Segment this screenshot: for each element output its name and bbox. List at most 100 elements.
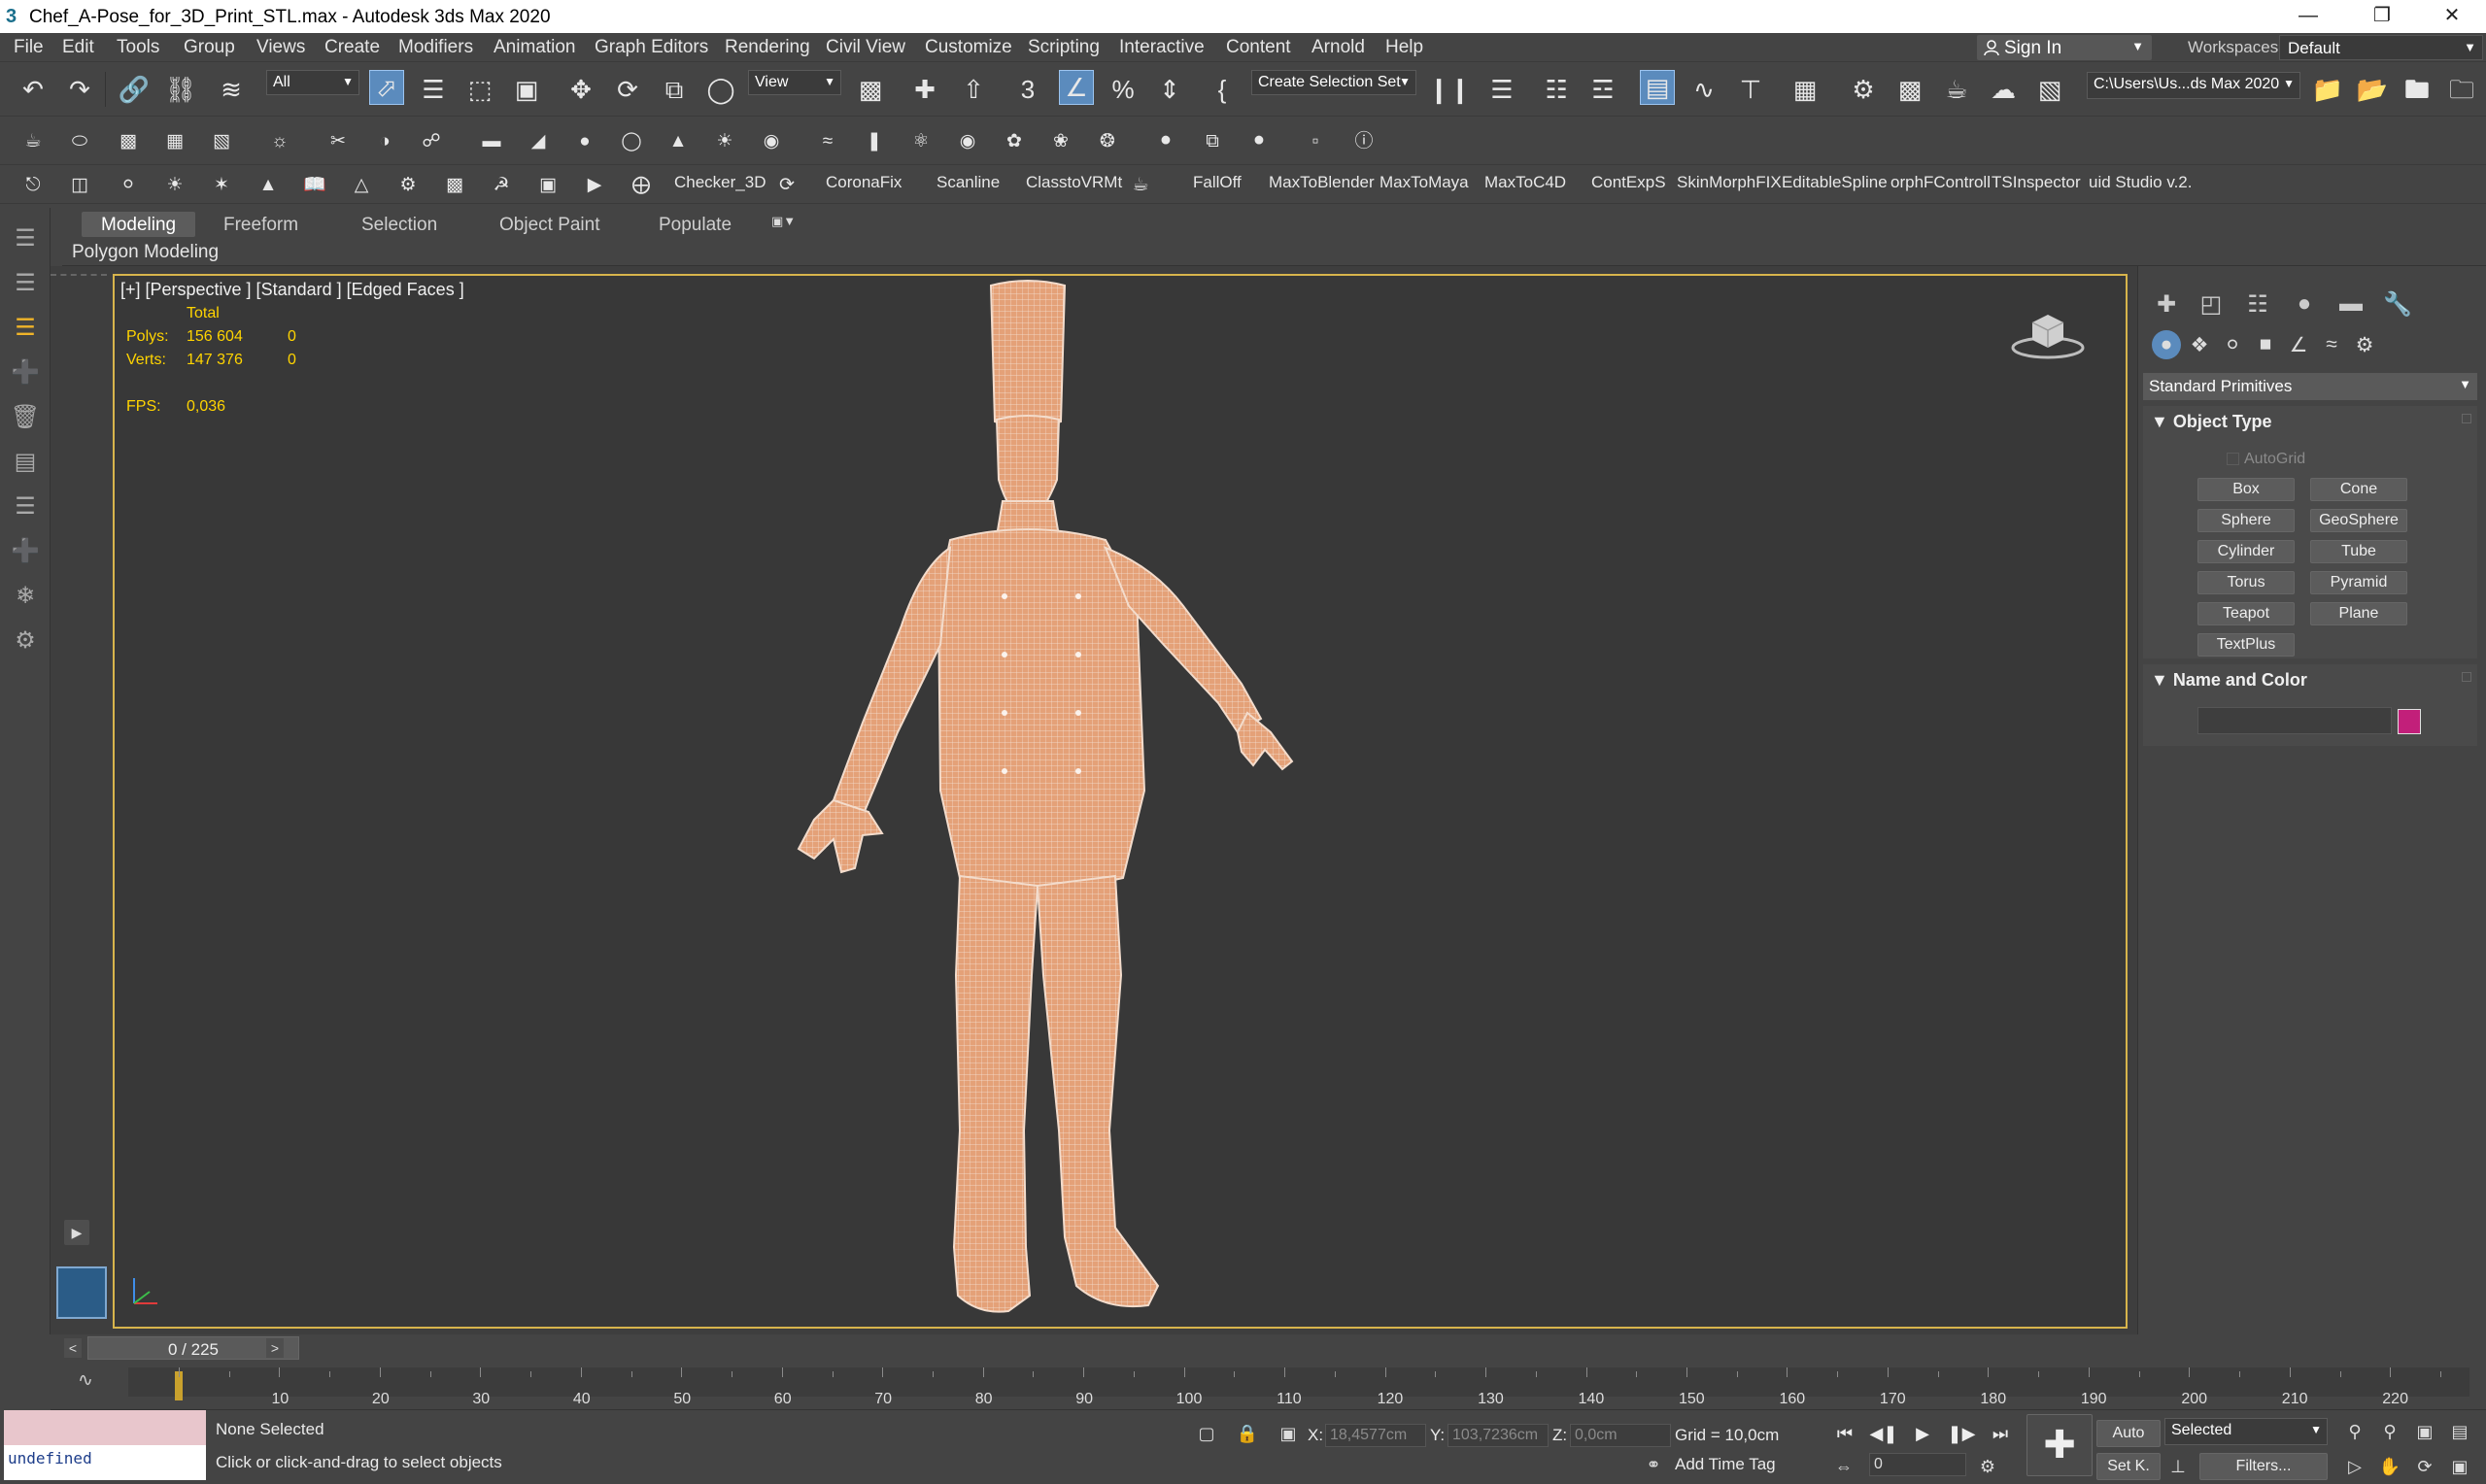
- go-to-end-icon[interactable]: ⏭: [1986, 1420, 2015, 1447]
- modify-tab-icon[interactable]: ◰: [2197, 289, 2226, 319]
- corona-icon[interactable]: ⟳: [773, 171, 800, 198]
- torus-button[interactable]: Torus: [2197, 571, 2295, 594]
- teapot-button[interactable]: Teapot: [2197, 602, 2295, 625]
- selection-lock-icon[interactable]: 🔒: [1234, 1420, 1261, 1447]
- box-button[interactable]: Box: [2197, 478, 2295, 501]
- rectangular-selection-icon[interactable]: ⬚: [462, 72, 497, 107]
- systems-icon[interactable]: ⚙: [2350, 330, 2379, 359]
- sphere-icon[interactable]: ●: [571, 127, 598, 154]
- globe-icon[interactable]: ◉: [954, 127, 981, 154]
- select-object-icon[interactable]: ⬀: [369, 70, 404, 105]
- tab-populate[interactable]: Populate: [659, 212, 732, 237]
- menu-scripting[interactable]: Scripting: [1028, 37, 1100, 58]
- textplus-button[interactable]: TextPlus: [2197, 633, 2295, 657]
- plugin-maxtomaya[interactable]: MaxToMaya: [1379, 173, 1469, 192]
- viewport-layout-thumbnail[interactable]: [56, 1266, 107, 1319]
- prev-frame-button[interactable]: <: [64, 1338, 82, 1358]
- menu-customize[interactable]: Customize: [925, 37, 1012, 58]
- bind-space-warp-icon[interactable]: ≋: [214, 72, 249, 107]
- isolate-selection-icon[interactable]: ▢: [1193, 1420, 1220, 1447]
- menu-file[interactable]: File: [14, 37, 44, 58]
- menu-views[interactable]: Views: [256, 37, 305, 58]
- helpers-icon[interactable]: ∠: [2284, 330, 2313, 359]
- space-warps-icon[interactable]: ≈: [2317, 330, 2346, 359]
- x-coordinate-field[interactable]: 18,4577cm: [1325, 1424, 1426, 1447]
- rendered-frame-window-icon[interactable]: ▩: [1892, 72, 1927, 107]
- named-selection-dropdown[interactable]: Create Selection Set ▼: [1251, 70, 1416, 95]
- teapot-icon[interactable]: ☕: [19, 127, 47, 154]
- geometry-icon[interactable]: ●: [2152, 330, 2181, 359]
- teapot-small-icon[interactable]: ☕: [1127, 171, 1154, 198]
- link-icon[interactable]: 🔗: [117, 72, 152, 107]
- motion-tab-icon[interactable]: ●: [2290, 289, 2319, 319]
- grid-icon[interactable]: ▦: [161, 127, 188, 154]
- viewcube-icon[interactable]: [2009, 305, 2087, 363]
- particles-icon[interactable]: ✶: [208, 171, 235, 198]
- layers-icon[interactable]: ☰: [8, 221, 43, 256]
- set-key-button[interactable]: Set K.: [2096, 1453, 2161, 1480]
- document-icon[interactable]: ▤: [8, 445, 43, 480]
- render-setup-icon[interactable]: ⚙: [1846, 72, 1881, 107]
- camera-icon[interactable]: ⎋: [19, 171, 47, 198]
- pill-icon[interactable]: ❚: [861, 127, 888, 154]
- monitor-icon[interactable]: ▩: [441, 171, 468, 198]
- sign-in-button[interactable]: Sign In ▼: [1977, 35, 2152, 60]
- perspective-viewport[interactable]: [+] [Perspective ] [Standard ] [Edged Fa…: [113, 274, 2128, 1329]
- select-manipulate-icon[interactable]: ✚: [907, 72, 942, 107]
- layers-stack-icon[interactable]: ☰: [8, 266, 43, 301]
- record-icon[interactable]: ⚫: [1245, 127, 1273, 154]
- table-icon[interactable]: ▧: [208, 127, 235, 154]
- name-and-color-title[interactable]: ▼ Name and Color: [2151, 670, 2307, 691]
- undo-icon[interactable]: ↶: [16, 72, 51, 107]
- molecule-icon[interactable]: ⚛: [907, 127, 935, 154]
- menu-graph-editors[interactable]: Graph Editors: [595, 37, 708, 58]
- keyboard-shortcut-override-icon[interactable]: ⇧: [956, 72, 991, 107]
- export-icon[interactable]: ▫: [1302, 127, 1329, 154]
- sun-light-icon[interactable]: ☀: [161, 171, 188, 198]
- freeze-layer-icon[interactable]: ❄: [8, 579, 43, 614]
- menu-rendering[interactable]: Rendering: [725, 37, 810, 58]
- move-icon[interactable]: ✥: [563, 72, 598, 107]
- plugin-scanline[interactable]: Scanline: [937, 173, 1000, 192]
- scale-icon[interactable]: ⧉: [657, 72, 692, 107]
- add-time-tag[interactable]: Add Time Tag: [1675, 1455, 1776, 1474]
- key-mode-icon[interactable]: ⊥: [2164, 1453, 2192, 1480]
- plugin-tsinspector[interactable]: TSInspector: [1992, 173, 2081, 192]
- menu-edit[interactable]: Edit: [62, 37, 94, 58]
- menu-modifiers[interactable]: Modifiers: [398, 37, 473, 58]
- zoom-all-icon[interactable]: ⚲: [2376, 1418, 2403, 1445]
- menu-help[interactable]: Help: [1385, 37, 1423, 58]
- primitive-category-dropdown[interactable]: Standard Primitives ▼: [2143, 373, 2477, 400]
- cylinder-button[interactable]: Cylinder: [2197, 540, 2295, 563]
- pyramid-button[interactable]: Pyramid: [2310, 571, 2407, 594]
- lights-icon[interactable]: ⚪: [2218, 330, 2247, 359]
- scissors-icon[interactable]: ✂: [324, 127, 352, 154]
- material-editor-icon[interactable]: ▦: [1788, 72, 1822, 107]
- sphere-button[interactable]: Sphere: [2197, 509, 2295, 532]
- z-coordinate-field[interactable]: 0,0cm: [1570, 1424, 1671, 1447]
- add-layer-icon[interactable]: ➕: [8, 355, 43, 390]
- plugin-skinmorphfix[interactable]: SkinMorphFIX: [1677, 173, 1782, 192]
- menu-animation[interactable]: Animation: [494, 37, 576, 58]
- maximize-viewport-icon[interactable]: ▣: [2446, 1453, 2473, 1480]
- menu-group[interactable]: Group: [184, 37, 235, 58]
- tree-icon[interactable]: ▲: [255, 171, 282, 198]
- delete-layer-icon[interactable]: 🗑: [8, 400, 43, 435]
- layer-settings-icon[interactable]: ⚙: [8, 624, 43, 658]
- reference-coordinate-dropdown[interactable]: View ▼: [748, 70, 841, 95]
- pan-icon[interactable]: ✋: [2376, 1453, 2403, 1480]
- plugin-falloff[interactable]: FallOff: [1193, 173, 1242, 192]
- plugin-contexps[interactable]: ContExpS: [1591, 173, 1666, 192]
- menu-arnold[interactable]: Arnold: [1311, 37, 1365, 58]
- cameras-icon[interactable]: ■: [2251, 330, 2280, 359]
- absolute-mode-icon[interactable]: ▣: [1275, 1420, 1302, 1447]
- current-frame-field[interactable]: 0: [1869, 1453, 1966, 1476]
- fur-icon[interactable]: ❀: [1047, 127, 1074, 154]
- browse-folder-icon[interactable]: 🖿: [2400, 72, 2435, 107]
- crosshair-frame-icon[interactable]: ⨁: [628, 171, 655, 198]
- rollout-pin-icon[interactable]: [2462, 414, 2471, 423]
- zoom-extents-all-icon[interactable]: ▤: [2446, 1418, 2473, 1445]
- render-to-texture-icon[interactable]: ▧: [2032, 72, 2067, 107]
- select-by-name-icon[interactable]: ☰: [416, 72, 451, 107]
- add-object-icon[interactable]: ➕: [8, 534, 43, 569]
